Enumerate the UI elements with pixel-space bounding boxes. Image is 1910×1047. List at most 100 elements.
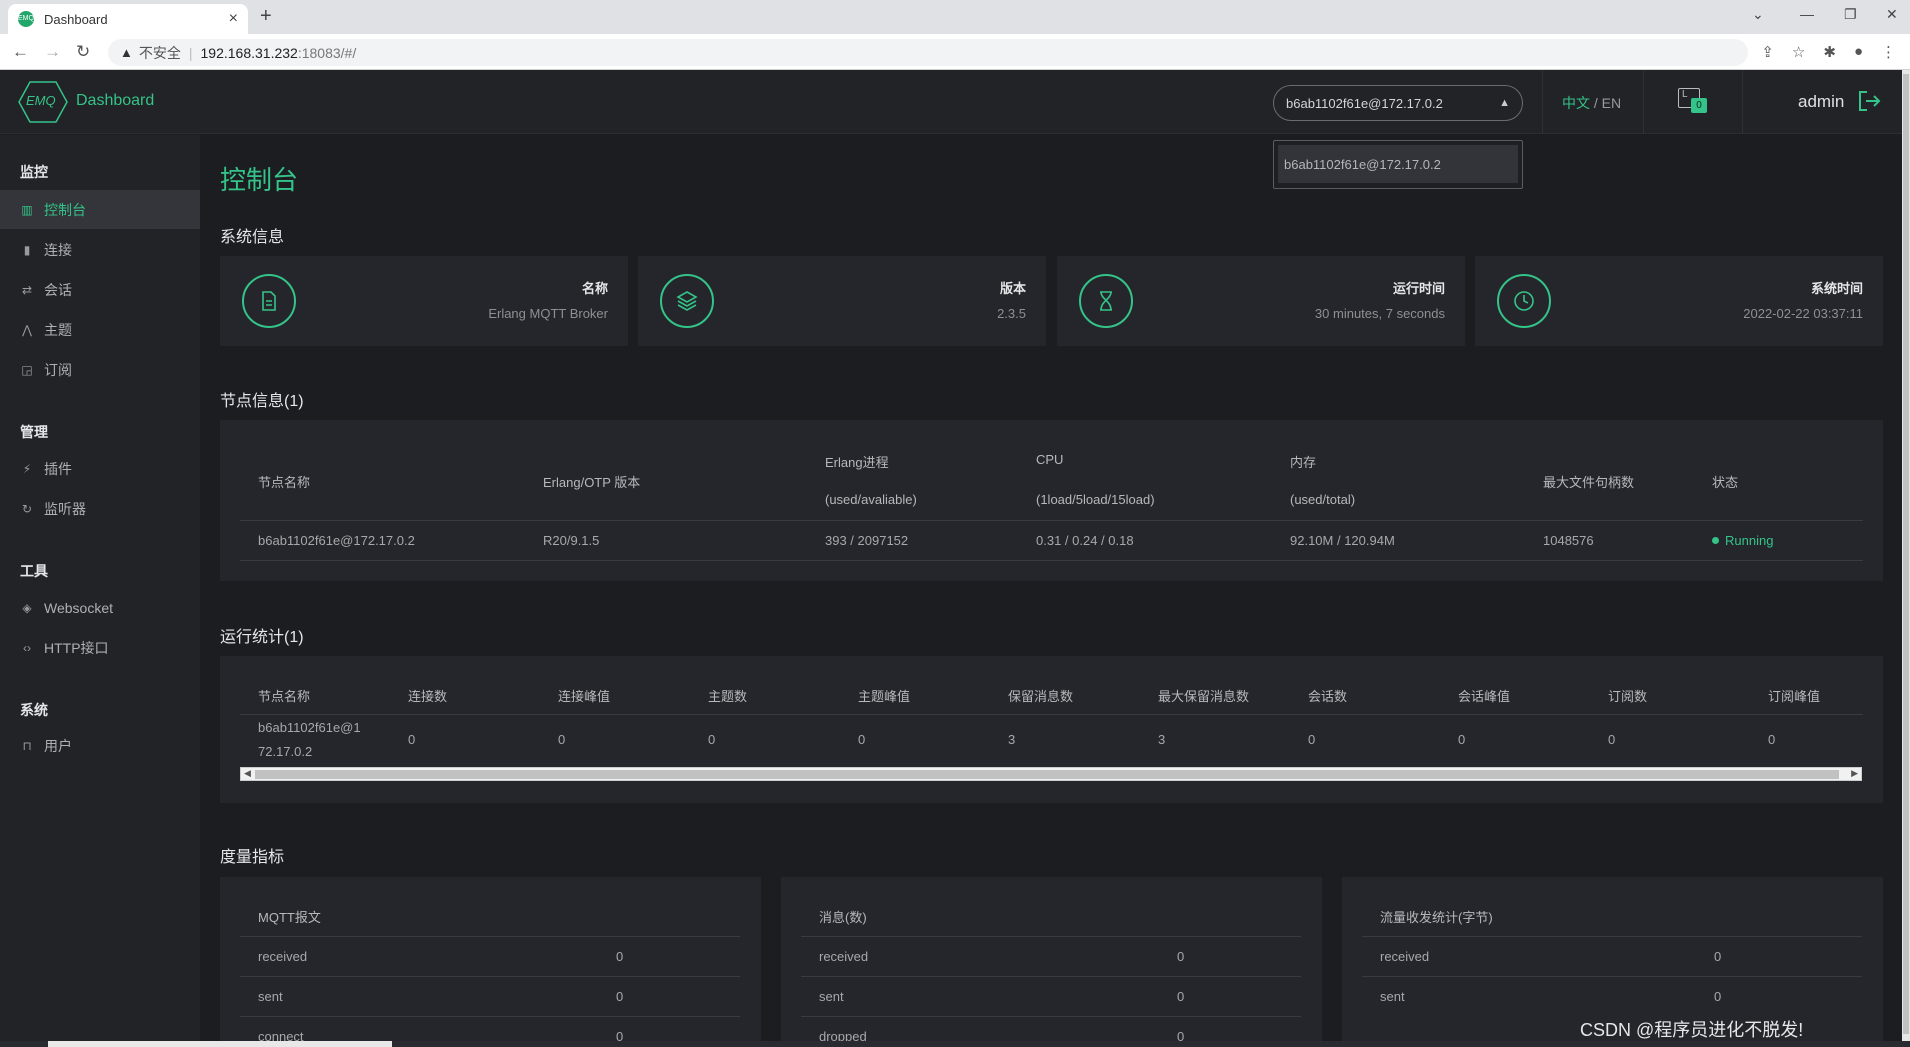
cell-value: 3 (1008, 732, 1016, 747)
page-scrollbar-thumb[interactable] (1903, 74, 1909, 1034)
sidebar-group-system: 系统 (20, 702, 48, 718)
sidebar: 监控 ▥ 控制台 ▮ 连接 ⇄ 会话 ⋀ 主题 ◲ 订阅 管理 ⚡ 插件 ↻ 监… (0, 135, 200, 1047)
node-select[interactable]: b6ab1102f61e@172.17.0.2 ▲ (1273, 85, 1523, 121)
sidebar-item-websocket[interactable]: ◈ Websocket (0, 588, 200, 627)
star-icon[interactable]: ☆ (1792, 43, 1805, 61)
header-divider (1742, 70, 1743, 134)
reload-icon[interactable]: ↻ (76, 42, 90, 62)
forward-icon[interactable]: → (44, 42, 61, 62)
sidebar-item-label: 控制台 (44, 201, 86, 218)
scroll-right-icon[interactable]: ▶ (1851, 768, 1858, 779)
address-bar: ← → ↻ ▲ 不安全 | 192.168.31.232 :18083/#/ ⇪… (0, 34, 1910, 70)
card-label: 系统时间 (1810, 281, 1863, 296)
new-tab-icon[interactable]: + (260, 5, 272, 28)
language-switch: 中文 / EN (1562, 93, 1621, 113)
sidebar-group-monitor: 监控 (20, 164, 48, 180)
cell-value: 0 (408, 732, 416, 747)
sidebar-item-label: 用户 (44, 737, 72, 754)
lang-en[interactable]: EN (1602, 95, 1621, 111)
lock-icon: ⊓ (22, 738, 32, 753)
app-title[interactable]: Dashboard (76, 92, 154, 110)
metric-title: 流量收发统计(字节) (1380, 910, 1493, 925)
header-divider (1643, 70, 1644, 134)
sidebar-item-topics[interactable]: ⋀ 主题 (0, 310, 200, 349)
bar-chart-icon: ▥ (21, 202, 33, 217)
metric-label: received (1380, 949, 1430, 964)
metric-value: 0 (1177, 949, 1185, 964)
watermark: CSDN @程序员进化不脱发! (1580, 1020, 1804, 1040)
server-icon: ▮ (23, 242, 31, 257)
scroll-left-icon[interactable]: ◀ (244, 768, 251, 779)
alarm-count-badge: 0 (1691, 98, 1707, 113)
cell-value: 0 (1608, 732, 1616, 747)
sidebar-item-listeners[interactable]: ↻ 监听器 (0, 489, 200, 528)
cell-fd: 1048576 (1543, 533, 1594, 548)
metric-label: received (258, 949, 308, 964)
table-divider (240, 560, 1863, 561)
page-scrollbar[interactable] (1902, 70, 1910, 1047)
node-option[interactable]: b6ab1102f61e@172.17.0.2 (1278, 145, 1518, 183)
logout-icon[interactable] (1858, 90, 1882, 112)
lang-zh[interactable]: 中文 (1562, 95, 1590, 111)
cell-value: 0 (1768, 732, 1776, 747)
lang-separator: / (1593, 95, 1598, 111)
bottom-strip-highlight (48, 1041, 392, 1047)
sidebar-item-label: 订阅 (44, 361, 72, 378)
metric-value: 0 (1714, 949, 1722, 964)
sidebar-item-users[interactable]: ⊓ 用户 (0, 726, 200, 765)
minimize-icon[interactable]: — (1800, 6, 1814, 22)
browser-tab[interactable]: EMQ Dashboard × (8, 4, 248, 34)
node-dropdown: b6ab1102f61e@172.17.0.2 (1273, 140, 1523, 189)
back-icon[interactable]: ← (12, 42, 29, 62)
col-mem-sub: (used/total) (1290, 492, 1356, 507)
extensions-icon[interactable]: ✱ (1823, 43, 1836, 61)
share-icon[interactable]: ⇪ (1761, 43, 1774, 61)
sidebar-item-dashboard[interactable]: ▥ 控制台 (0, 190, 200, 229)
cell-value: 0 (708, 732, 716, 747)
emq-logo-icon[interactable]: EMQ (18, 80, 68, 124)
horizontal-scrollbar[interactable]: ◀ ▶ (240, 767, 1862, 781)
card-value: Erlang MQTT Broker (488, 306, 608, 321)
sidebar-item-http-api[interactable]: ‹› HTTP接口 (0, 628, 200, 667)
cell-value: 0 (1458, 732, 1466, 747)
metric-value: 0 (616, 989, 624, 1004)
sidebar-item-label: HTTP接口 (44, 639, 109, 656)
col-node-name: 节点名称 (258, 475, 311, 490)
topic-icon: ⋀ (22, 322, 32, 337)
col-fd: 最大文件句柄数 (1543, 475, 1635, 490)
cell-otp: R20/9.1.5 (543, 533, 600, 548)
plug-icon: ⚡ (22, 461, 32, 476)
emq-favicon-icon: EMQ (18, 11, 34, 27)
table-divider (240, 1016, 740, 1017)
sidebar-item-label: 监听器 (44, 500, 86, 517)
col-header: 保留消息数 (1008, 689, 1074, 704)
sidebar-item-label: 会话 (44, 281, 72, 298)
table-divider (801, 1016, 1301, 1017)
url-divider: | (188, 44, 193, 61)
card-label: 运行时间 (1392, 281, 1445, 296)
table-divider (240, 520, 1863, 521)
col-cpu-sub: (1load/5load/15load) (1036, 492, 1155, 507)
scrollbar-thumb[interactable] (255, 770, 1839, 779)
close-icon[interactable]: × (229, 10, 238, 28)
sidebar-item-subscriptions[interactable]: ◲ 订阅 (0, 350, 200, 389)
cell-proc: 393 / 2097152 (825, 533, 909, 548)
tab-title: Dashboard (44, 11, 108, 27)
restore-icon[interactable]: ❐ (1844, 6, 1857, 23)
url-input[interactable]: ▲ 不安全 | 192.168.31.232 :18083/#/ (108, 39, 1748, 66)
sys-card-version: 版本 2.3.5 (638, 256, 1046, 346)
sidebar-item-connections[interactable]: ▮ 连接 (0, 230, 200, 269)
sidebar-item-plugins[interactable]: ⚡ 插件 (0, 449, 200, 488)
profile-icon[interactable]: ● (1854, 43, 1863, 61)
window-close-icon[interactable]: ✕ (1886, 6, 1898, 23)
node-select-value: b6ab1102f61e@172.17.0.2 (1286, 95, 1443, 111)
card-value: 2.3.5 (997, 306, 1026, 321)
col-otp: Erlang/OTP 版本 (543, 475, 641, 490)
alarm-button[interactable]: L 0 (1678, 88, 1708, 114)
status-badge: Running (1712, 533, 1773, 548)
chevron-down-icon[interactable]: ⌄ (1752, 6, 1764, 23)
card-label: 版本 (999, 281, 1026, 296)
card-label: 名称 (581, 281, 608, 296)
sidebar-item-sessions[interactable]: ⇄ 会话 (0, 270, 200, 309)
more-icon[interactable]: ⋮ (1881, 43, 1896, 61)
